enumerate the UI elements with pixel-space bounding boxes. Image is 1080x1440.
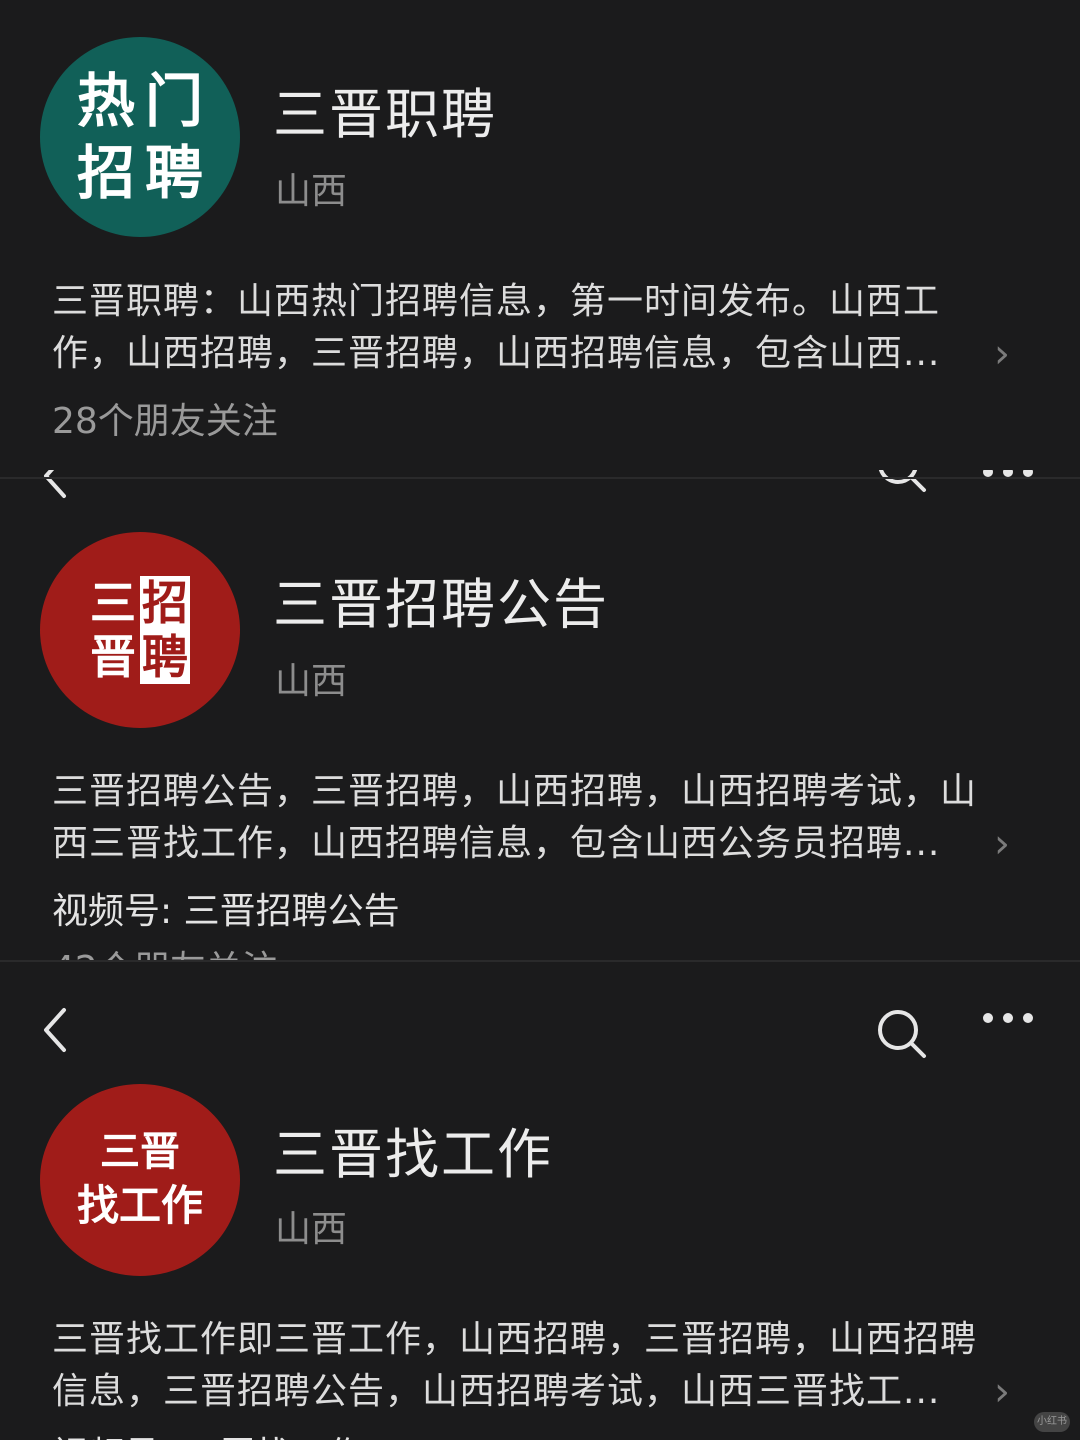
avatar-char: 招 bbox=[142, 576, 188, 630]
friends-following-text: 42个朋友关注 bbox=[52, 949, 278, 960]
avatar-text: 三晋 bbox=[99, 1128, 180, 1175]
video-channel[interactable]: 视频号: 三晋找工作 bbox=[52, 1426, 364, 1440]
friends-following: 28个朋友关注 bbox=[52, 401, 278, 442]
account-card-1[interactable]: 热 门 招 聘 三晋职聘 山西 三晋职聘：山西热门招聘信息，第一时间发布。山西工… bbox=[0, 0, 1080, 470]
avatar-char: 三 bbox=[90, 576, 136, 630]
chevron-left-icon[interactable] bbox=[36, 470, 76, 500]
account-avatar[interactable]: 热 门 招 聘 bbox=[40, 37, 240, 237]
account-card-3[interactable]: 三晋 找工作 三晋找工作 山西 三晋找工作即三晋工作，山西招聘，三晋招聘，山西招… bbox=[0, 1070, 1080, 1440]
video-channel[interactable]: 视频号: 三晋招聘公告 bbox=[52, 882, 400, 934]
description-line: 三晋职聘：山西热门招聘信息，第一时间发布。山西工 bbox=[52, 281, 941, 322]
chevron-right-icon[interactable]: › bbox=[994, 824, 1010, 864]
account-avatar[interactable]: 三 晋 招 聘 bbox=[40, 532, 240, 728]
avatar-char: 门 bbox=[144, 67, 203, 135]
account-name: 三晋招聘公告 bbox=[273, 573, 609, 636]
avatar-char: 招 bbox=[76, 139, 135, 207]
nav-bar-partial bbox=[0, 470, 1080, 500]
screenshot-collage: 热 门 招 聘 三晋职聘 山西 三晋职聘：山西热门招聘信息，第一时间发布。山西工… bbox=[0, 0, 1080, 1440]
description-line: 三晋找工作即三晋工作，山西招聘，三晋招聘，山西招聘 bbox=[52, 1319, 978, 1360]
account-description[interactable]: 三晋职聘：山西热门招聘信息，第一时间发布。山西工 作，山西招聘，三晋招聘，山西招… bbox=[52, 276, 1027, 380]
more-dots-icon[interactable] bbox=[980, 1010, 1036, 1026]
nav-bar bbox=[0, 990, 1080, 1070]
description-line: 作，山西招聘，三晋招聘，山西招聘信息，包含山西... bbox=[52, 333, 941, 374]
account-avatar[interactable]: 三晋 找工作 bbox=[40, 1084, 240, 1276]
avatar-char: 热 bbox=[76, 67, 135, 135]
account-description[interactable]: 三晋找工作即三晋工作，山西招聘，三晋招聘，山西招聘 信息，三晋招聘公告，山西招聘… bbox=[52, 1314, 1027, 1418]
account-description[interactable]: 三晋招聘公告，三晋招聘，山西招聘，山西招聘考试，山 西三晋找工作，山西招聘信息，… bbox=[52, 766, 1027, 870]
account-card-2[interactable]: 三 晋 招 聘 三晋招聘公告 山西 三晋招聘公告，三晋招聘，山西招聘，山西招聘考… bbox=[0, 500, 1080, 960]
divider bbox=[0, 477, 1080, 479]
chevron-right-icon[interactable]: › bbox=[994, 1372, 1010, 1412]
description-line: 三晋招聘公告，三晋招聘，山西招聘，山西招聘考试，山 bbox=[52, 771, 978, 812]
account-name: 三晋职聘 bbox=[273, 83, 497, 146]
chevron-left-icon[interactable] bbox=[36, 1006, 76, 1054]
description-line: 信息，三晋招聘公告，山西招聘考试，山西三晋找工... bbox=[52, 1371, 941, 1412]
avatar-char: 聘 bbox=[142, 630, 188, 684]
avatar-char: 聘 bbox=[144, 139, 203, 207]
description-line: 西三晋找工作，山西招聘信息，包含山西公务员招聘... bbox=[52, 823, 941, 864]
account-name: 三晋找工作 bbox=[273, 1123, 553, 1186]
video-channel-text: 视频号: 三晋找工作 bbox=[52, 1426, 364, 1440]
account-region: 山西 bbox=[275, 171, 348, 212]
avatar-char: 晋 bbox=[90, 630, 136, 684]
friends-following: 42个朋友关注 bbox=[52, 940, 278, 960]
watermark-badge: 小红书 bbox=[1034, 1412, 1070, 1432]
divider bbox=[0, 960, 1080, 962]
search-icon[interactable] bbox=[874, 470, 928, 494]
chevron-right-icon[interactable]: › bbox=[994, 334, 1010, 374]
account-region: 山西 bbox=[275, 1209, 348, 1250]
avatar-text: 找工作 bbox=[76, 1181, 203, 1230]
search-icon[interactable] bbox=[874, 1006, 928, 1060]
account-region: 山西 bbox=[275, 661, 348, 702]
